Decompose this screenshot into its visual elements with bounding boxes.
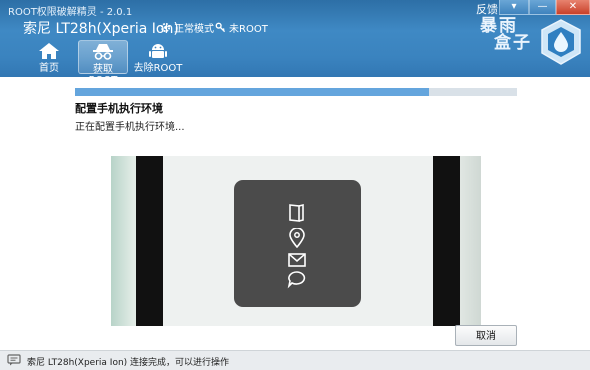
status-bar: 索尼 LT28h(Xperia Ion) 连接完成，可以进行操作 <box>0 350 590 370</box>
location-pin-icon <box>289 228 305 248</box>
header-bar: ROOT权限破解精灵 - 2.0.1 反馈 ▾ — ✕ 索尼 LT28h(Xpe… <box>0 0 590 86</box>
key-icon <box>215 22 226 33</box>
gear-icon <box>160 22 171 33</box>
window-title: ROOT权限破解精灵 - 2.0.1 <box>8 7 133 18</box>
nav-get-root[interactable]: 获取ROOT <box>78 40 128 86</box>
nav-home-label: 首页 <box>39 63 59 74</box>
logo-text: 暴雨 盒子 <box>480 18 532 52</box>
nav-remove-root[interactable]: 去除ROOT <box>133 40 183 74</box>
logo-text-line2: 盒子 <box>494 33 532 53</box>
progress-bar <box>75 88 517 96</box>
nav-home[interactable]: 首页 <box>24 40 74 74</box>
chat-bubble-icon <box>287 271 306 289</box>
home-icon <box>39 43 59 59</box>
root-status-label: 未ROOT <box>229 24 268 35</box>
incognito-icon <box>93 44 113 60</box>
phone-bezel-right <box>433 156 460 326</box>
status-text: 索尼 LT28h(Xperia Ion) 连接完成，可以进行操作 <box>27 358 230 368</box>
step-title: 配置手机执行环境 <box>75 102 163 115</box>
close-button[interactable]: ✕ <box>556 0 590 15</box>
nav-remove-root-label: 去除ROOT <box>133 63 183 74</box>
step-subtitle: 正在配置手机执行环境... <box>75 122 185 133</box>
mode-status: 正常模式 <box>160 20 214 35</box>
chat-icon <box>7 354 21 366</box>
book-icon <box>289 203 304 222</box>
phone-overlay-card <box>234 180 361 307</box>
mode-status-label: 正常模式 <box>174 24 214 35</box>
logo-icon <box>541 19 581 65</box>
mail-icon <box>288 253 306 267</box>
progress-fill <box>75 88 429 96</box>
phone-bezel-left <box>136 156 163 326</box>
feedback-link[interactable]: 反馈 <box>476 1 498 17</box>
device-name: 索尼 LT28h(Xperia Ion) <box>23 21 179 37</box>
root-status: 未ROOT <box>215 20 268 35</box>
menu-button[interactable]: ▾ <box>499 0 529 15</box>
minimize-button[interactable]: — <box>529 0 556 15</box>
cancel-button[interactable]: 取消 <box>455 325 517 346</box>
android-icon <box>149 44 167 58</box>
